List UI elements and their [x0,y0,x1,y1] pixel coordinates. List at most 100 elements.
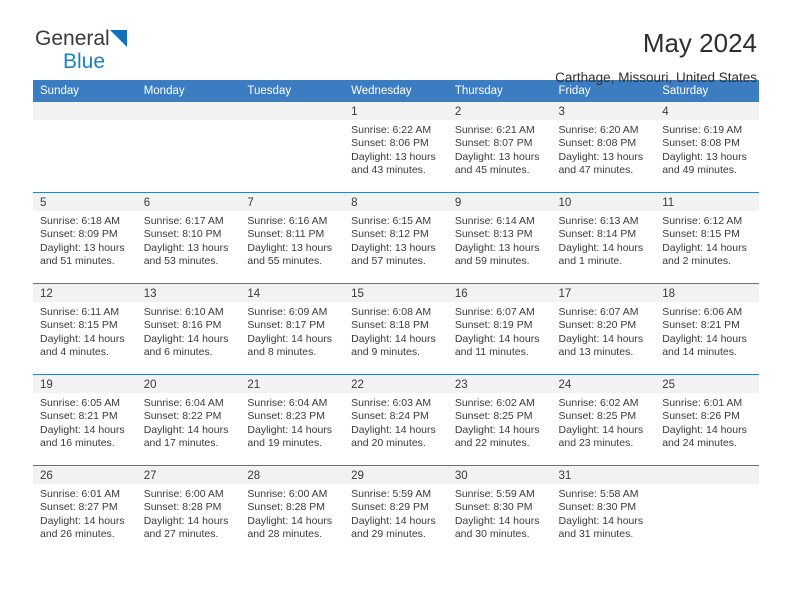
calendar-day-cell[interactable]: 11 Sunrise: 6:12 AM Sunset: 8:15 PM Dayligh… [655,192,759,284]
day-sunrise-text: Sunrise: 6:14 AM [454,215,535,227]
day-sunset-text: Sunset: 8:10 PM [143,228,222,241]
day-number: 10 [551,193,656,211]
calendar-day-cell[interactable]: 24 Sunrise: 6:02 AM Sunset: 8:25 PM Dayligh… [551,374,656,466]
calendar-day-cell[interactable]: 26 Sunrise: 6:01 AM Sunset: 8:27 PM Dayligh… [33,465,137,556]
day-number: 23 [447,375,552,393]
calendar-day-cell[interactable]: 5 Sunrise: 6:18 AM Sunset: 8:09 PM Daylight… [33,192,137,284]
weekday-header-wednesday: Wednesday [344,80,448,102]
day-details: Sunrise: 6:12 AM Sunset: 8:15 PM Daylight:… [655,211,759,269]
calendar-day-cell[interactable]: 17 Sunrise: 6:07 AM Sunset: 8:20 PM Dayligh… [551,283,656,375]
calendar-day-cell[interactable]: 13 Sunrise: 6:10 AM Sunset: 8:16 PM Dayligh… [136,283,241,375]
day-sunset-text: Sunset: 8:23 PM [247,410,326,423]
calendar-day-cell[interactable]: 18 Sunrise: 6:06 AM Sunset: 8:21 PM Dayligh… [655,283,759,375]
day-daylight-line2-text: and 19 minutes. [247,437,323,450]
day-daylight-line1-text: Daylight: 14 hours [40,514,125,527]
calendar-day-cell[interactable]: 6 Sunrise: 6:17 AM Sunset: 8:10 PM Daylight… [136,192,241,284]
day-number: 6 [136,193,241,211]
day-sunset-text: Sunset: 8:30 PM [454,501,533,514]
calendar-week-row: 26 Sunrise: 6:01 AM Sunset: 8:27 PM Dayligh… [33,465,759,556]
day-number: 7 [240,193,345,211]
day-cell-inner: 9 Sunrise: 6:14 AM Sunset: 8:13 PM Daylight… [447,193,552,283]
calendar-day-cell[interactable]: 3 Sunrise: 6:20 AM Sunset: 8:08 PM Daylight… [551,102,656,193]
day-details: Sunrise: 6:00 AM Sunset: 8:28 PM Daylight:… [240,484,344,542]
calendar-day-cell[interactable]: 23 Sunrise: 6:02 AM Sunset: 8:25 PM Dayligh… [447,374,552,466]
calendar-day-cell[interactable]: 7 Sunrise: 6:16 AM Sunset: 8:11 PM Daylight… [240,192,345,284]
day-daylight-line1-text: Daylight: 14 hours [351,332,436,345]
day-cell-inner: 21 Sunrise: 6:04 AM Sunset: 8:23 PM Dayligh… [240,375,345,465]
day-number [240,102,345,120]
day-daylight-line1-text: Daylight: 14 hours [247,514,333,527]
day-sunset-text: Sunset: 8:07 PM [454,137,533,150]
day-daylight-line2-text: and 28 minutes. [247,528,323,541]
day-cell-inner [136,102,241,192]
day-cell-inner: 17 Sunrise: 6:07 AM Sunset: 8:20 PM Dayligh… [551,284,656,374]
day-sunrise-text: Sunrise: 6:08 AM [351,306,432,318]
day-sunrise-text: Sunrise: 6:04 AM [247,397,328,409]
day-number: 29 [344,466,448,484]
logo-text-general: General [35,27,110,50]
calendar-day-cell[interactable]: 4 Sunrise: 6:19 AM Sunset: 8:08 PM Daylight… [655,102,759,193]
calendar-day-cell[interactable]: 15 Sunrise: 6:08 AM Sunset: 8:18 PM Dayligh… [344,283,448,375]
calendar-day-cell[interactable]: 14 Sunrise: 6:09 AM Sunset: 8:17 PM Dayligh… [240,283,345,375]
day-sunset-text: Sunset: 8:14 PM [558,228,637,241]
day-daylight-line2-text: and 27 minutes. [143,528,219,541]
calendar-day-cell[interactable]: 10 Sunrise: 6:13 AM Sunset: 8:14 PM Dayligh… [551,192,656,284]
sunrise-sunset-calendar: Sunday Monday Tuesday Wednesday Thursday… [33,80,759,556]
day-sunset-text: Sunset: 8:21 PM [662,319,740,332]
day-sunset-text: Sunset: 8:12 PM [351,228,429,241]
calendar-day-cell[interactable]: 28 Sunrise: 6:00 AM Sunset: 8:28 PM Dayligh… [240,465,345,556]
day-sunset-text: Sunset: 8:27 PM [40,501,118,514]
day-number: 4 [655,102,759,120]
general-blue-logo[interactable]: General Blue [33,28,127,73]
calendar-day-cell[interactable]: 30 Sunrise: 5:59 AM Sunset: 8:30 PM Dayligh… [447,465,552,556]
day-daylight-line1-text: Daylight: 14 hours [558,241,644,254]
day-number: 22 [344,375,448,393]
day-details: Sunrise: 6:04 AM Sunset: 8:22 PM Daylight:… [137,393,241,451]
day-sunrise-text: Sunrise: 6:07 AM [454,306,535,318]
day-details: Sunrise: 6:02 AM Sunset: 8:25 PM Daylight:… [448,393,552,451]
page-title: May 2024 [642,28,757,58]
day-cell-inner: 15 Sunrise: 6:08 AM Sunset: 8:18 PM Dayligh… [344,284,448,374]
day-number: 5 [33,193,137,211]
day-daylight-line1-text: Daylight: 13 hours [662,150,747,163]
day-daylight-line1-text: Daylight: 14 hours [40,423,125,436]
calendar-day-cell[interactable]: 9 Sunrise: 6:14 AM Sunset: 8:13 PM Daylight… [447,192,552,284]
day-daylight-line1-text: Daylight: 13 hours [454,150,540,163]
day-number: 17 [551,284,656,302]
day-daylight-line2-text: and 1 minute. [558,255,623,268]
day-daylight-line2-text: and 20 minutes. [351,437,426,450]
calendar-day-cell[interactable]: 27 Sunrise: 6:00 AM Sunset: 8:28 PM Dayligh… [136,465,241,556]
calendar-day-cell[interactable]: 19 Sunrise: 6:05 AM Sunset: 8:21 PM Dayligh… [33,374,137,466]
day-sunset-text: Sunset: 8:11 PM [247,228,325,241]
calendar-day-cell[interactable]: 16 Sunrise: 6:07 AM Sunset: 8:19 PM Dayligh… [447,283,552,375]
day-number: 20 [136,375,241,393]
day-sunset-text: Sunset: 8:28 PM [247,501,326,514]
day-daylight-line1-text: Daylight: 13 hours [143,241,229,254]
day-cell-inner: 3 Sunrise: 6:20 AM Sunset: 8:08 PM Daylight… [551,102,656,192]
calendar-day-cell[interactable]: 20 Sunrise: 6:04 AM Sunset: 8:22 PM Dayligh… [136,374,241,466]
day-cell-inner: 10 Sunrise: 6:13 AM Sunset: 8:14 PM Dayligh… [551,193,656,283]
day-details: Sunrise: 6:16 AM Sunset: 8:11 PM Daylight:… [240,211,344,269]
calendar-day-cell[interactable]: 21 Sunrise: 6:04 AM Sunset: 8:23 PM Dayligh… [240,374,345,466]
calendar-day-cell[interactable]: 12 Sunrise: 6:11 AM Sunset: 8:15 PM Dayligh… [33,283,137,375]
day-daylight-line2-text: and 57 minutes. [351,255,426,268]
day-number: 28 [240,466,345,484]
weekday-header-monday: Monday [136,80,241,102]
calendar-day-cell[interactable]: 1 Sunrise: 6:22 AM Sunset: 8:06 PM Daylight… [344,102,448,193]
calendar-day-cell[interactable]: 31 Sunrise: 5:58 AM Sunset: 8:30 PM Dayligh… [551,465,656,556]
calendar-day-cell[interactable]: 25 Sunrise: 6:01 AM Sunset: 8:26 PM Dayligh… [655,374,759,466]
calendar-day-cell[interactable]: 8 Sunrise: 6:15 AM Sunset: 8:12 PM Daylight… [344,192,448,284]
day-cell-inner: 11 Sunrise: 6:12 AM Sunset: 8:15 PM Dayligh… [655,193,759,283]
day-cell-inner: 14 Sunrise: 6:09 AM Sunset: 8:17 PM Dayligh… [240,284,345,374]
calendar-day-cell[interactable]: 2 Sunrise: 6:21 AM Sunset: 8:07 PM Daylight… [447,102,552,193]
day-cell-inner: 6 Sunrise: 6:17 AM Sunset: 8:10 PM Daylight… [136,193,241,283]
day-sunrise-text: Sunrise: 6:06 AM [662,306,743,318]
calendar-day-cell[interactable]: 29 Sunrise: 5:59 AM Sunset: 8:29 PM Dayligh… [344,465,448,556]
calendar-day-cell[interactable]: 22 Sunrise: 6:03 AM Sunset: 8:24 PM Dayligh… [344,374,448,466]
calendar-cell-empty [33,102,137,193]
logo-text-blue: Blue [63,50,106,73]
day-sunrise-text: Sunrise: 6:16 AM [247,215,328,227]
day-sunrise-text: Sunrise: 6:19 AM [662,124,743,136]
day-daylight-line2-text: and 8 minutes. [247,346,317,359]
day-number: 14 [240,284,345,302]
